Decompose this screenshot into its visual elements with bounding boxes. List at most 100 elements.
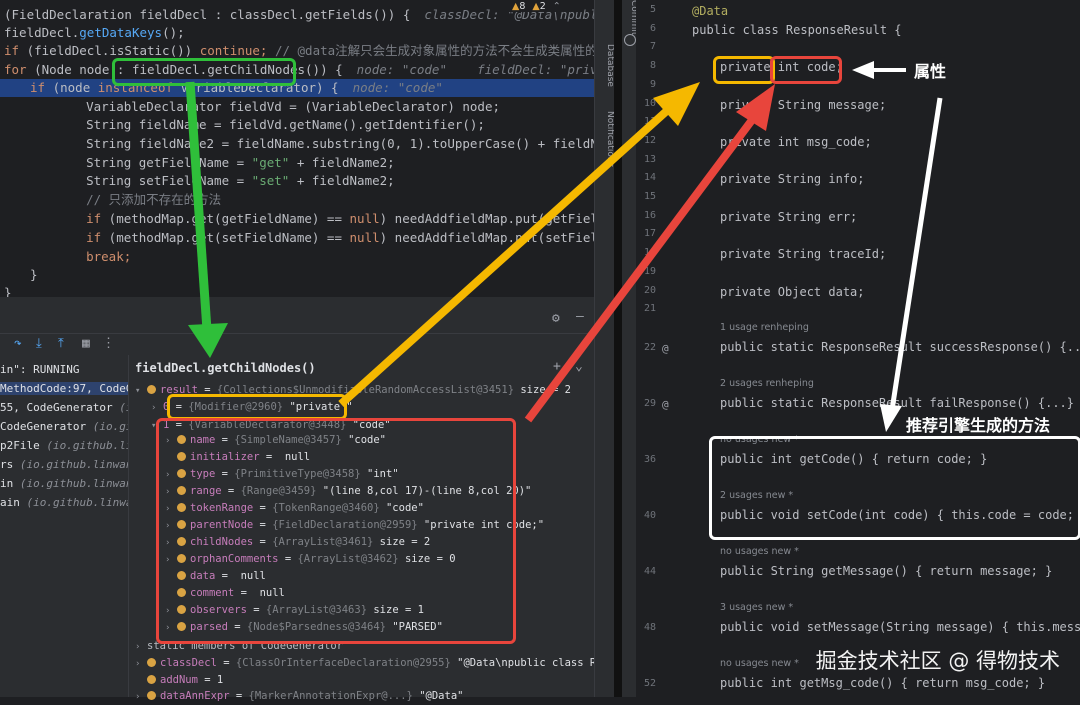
expand-arrow-icon[interactable]: › (151, 401, 163, 416)
variable-row[interactable]: › parentNode = {FieldDeclaration@2959} "p… (165, 518, 544, 533)
code-token: ) needAddfieldMap.put(setFieldName, fiel (379, 230, 594, 245)
variable-type: {MarkerAnnotationExpr@...} (248, 690, 413, 702)
expand-arrow-icon[interactable] (165, 451, 177, 466)
variable-row[interactable]: data = null (165, 569, 266, 584)
static-members-row[interactable]: › static members of CodeGenerator (135, 639, 343, 654)
split-divider[interactable] (614, 0, 622, 697)
line-number: 12 (643, 134, 656, 146)
variable-row[interactable]: › classDecl = {ClassOrInterfaceDeclaratio… (135, 656, 657, 671)
expand-arrow-icon[interactable]: › (135, 690, 147, 705)
usage-hint[interactable]: no usages new * (720, 546, 799, 557)
expand-arrow-icon[interactable]: › (135, 657, 147, 672)
database-tab[interactable]: Database (595, 30, 615, 100)
code-token: break; (56, 249, 132, 264)
notifications-tab[interactable]: Notifications (595, 104, 615, 174)
usage-hint[interactable]: 2 usages new * (720, 490, 793, 501)
variable-row[interactable]: › type = {PrimitiveType@3458} "int" (165, 467, 399, 482)
expand-arrow-icon[interactable]: › (165, 621, 177, 636)
code-token: if (30, 80, 46, 95)
line-number: 19 (643, 265, 656, 277)
variable-row[interactable]: ▾ 1 = {VariableDeclarator@3448} "code" (151, 418, 391, 433)
line-number: 21 (643, 303, 656, 315)
expand-arrow-icon[interactable]: › (165, 468, 177, 483)
usage-hint[interactable]: 1 usage renheping (720, 322, 809, 333)
frame-item[interactable]: MethodCode:97, CodeGen (0, 382, 146, 395)
right-code-editor[interactable]: 5 @Data 6 public class ResponseResult {7 8 pr… (636, 0, 1080, 697)
step-over-icon[interactable]: ↷ (14, 336, 22, 351)
field-icon (177, 554, 186, 563)
code-line: private int code; (720, 60, 843, 75)
code-line: } (30, 266, 38, 284)
code-token: (methodMap.get(setFieldName) == (101, 230, 350, 245)
step-out-icon[interactable]: ⤒ (58, 336, 64, 351)
frame-item[interactable]: in": RUNNING (0, 363, 79, 376)
left-code-editor[interactable]: (FieldDeclaration fieldDecl : classDecl.… (0, 0, 594, 297)
code-line: private int msg_code; (720, 134, 872, 149)
variable-type: {ClassOrInterfaceDeclaration@2955} (235, 657, 451, 669)
filter-icon[interactable]: ⋮ (102, 336, 115, 351)
variable-type: {Node$Parsedness@3464} (246, 621, 386, 633)
variable-name: dataAnnExpr (160, 690, 230, 702)
add-watch-icon[interactable]: + (553, 359, 561, 374)
expand-arrow-icon[interactable]: › (165, 502, 177, 517)
expand-arrow-icon[interactable]: ▾ (135, 384, 147, 399)
override-gutter-icon[interactable]: @ (662, 342, 669, 355)
variable-row[interactable]: › 0 = {Modifier@2960} "private " (151, 400, 353, 415)
line-number: 16 (643, 209, 656, 221)
variable-type: {TokenRange@3460} (272, 502, 380, 514)
expand-arrow-icon[interactable]: › (165, 604, 177, 619)
expand-arrow-icon[interactable]: › (165, 434, 177, 449)
expand-arrow-icon[interactable]: › (165, 536, 177, 551)
expand-arrow-icon[interactable]: › (165, 485, 177, 500)
usage-hint[interactable]: no usages new * (720, 434, 799, 445)
variable-row[interactable]: › range = {Range@3459} "(line 8,col 17)-(… (165, 484, 531, 499)
variable-row[interactable]: › childNodes = {ArrayList@3461} size = 2 (165, 535, 430, 550)
variable-row[interactable]: › orphanComments = {ArrayList@3462} size … (165, 552, 456, 567)
expand-arrow-icon[interactable]: › (165, 553, 177, 568)
inspection-widget[interactable]: ▲8 ▲2 ⌃ (508, 1, 565, 12)
method-signature: public int getMsg_code() { return msg_co… (720, 676, 1046, 690)
expand-arrow-icon[interactable]: › (165, 519, 177, 534)
variable-row[interactable]: › tokenRange = {TokenRange@3460} "code" (165, 501, 424, 516)
code-token: String getFieldName = (56, 155, 252, 170)
expand-arrow-icon[interactable]: ▾ (151, 419, 163, 434)
variable-row[interactable]: comment = null (165, 586, 285, 601)
code-token: String fieldName2 = fieldName.substring(… (86, 136, 594, 151)
variable-row[interactable]: › name = {SimpleName@3457} "code" (165, 433, 386, 448)
variable-row[interactable]: initializer = null (165, 450, 310, 465)
step-into-icon[interactable]: ⤓ (36, 336, 42, 351)
line-number: 22 (643, 342, 656, 353)
code-token: null (349, 211, 380, 226)
variable-row[interactable]: › parsed = {Node$Parsedness@3464} "PARSED… (165, 620, 443, 635)
variable-row[interactable]: addNum = 1 (135, 673, 223, 688)
variable-row[interactable]: › observers = {ArrayList@3463} size = 1 (165, 603, 424, 618)
code-token: String setFieldName = (56, 173, 252, 188)
expand-arrow-icon[interactable] (165, 587, 177, 602)
expand-arrow-icon[interactable]: › (135, 640, 147, 655)
variable-value: "PARSED" (392, 621, 443, 633)
frame-name: CodeGenerator (0, 420, 87, 433)
line-number: 7 (649, 41, 656, 53)
evaluate-icon[interactable]: ▦ (82, 336, 90, 351)
line-number: 18 (643, 247, 656, 259)
usage-hint[interactable]: no usages new * (720, 658, 799, 669)
usage-count: no usages (720, 658, 769, 669)
override-gutter-icon[interactable]: @ (662, 398, 669, 411)
code-token: node: "code" (352, 80, 443, 95)
variable-value: "@Data" (419, 690, 464, 702)
variable-row[interactable]: ▾ result = {Collections$UnmodifiableRando… (135, 383, 571, 398)
usage-hint[interactable]: 2 usages renheping (720, 378, 814, 389)
minimize-icon[interactable]: — (576, 309, 584, 324)
right-tool-strip: Database Notifications (594, 0, 615, 697)
commit-icon[interactable] (624, 34, 636, 46)
field-icon (147, 675, 156, 684)
usage-hint[interactable]: 3 usages new * (720, 602, 793, 613)
settings-icon[interactable]: ⚙ (552, 311, 560, 326)
variable-type: {ArrayList@3461} (272, 536, 374, 548)
variable-name: orphanComments (190, 553, 279, 565)
code-line: if (node instanceof VariableDeclarator) … (30, 79, 443, 97)
panel-menu-icon[interactable]: ⌄ (575, 359, 583, 374)
field-icon (177, 622, 186, 631)
field-icon (177, 537, 186, 546)
expand-arrow-icon[interactable] (165, 570, 177, 585)
